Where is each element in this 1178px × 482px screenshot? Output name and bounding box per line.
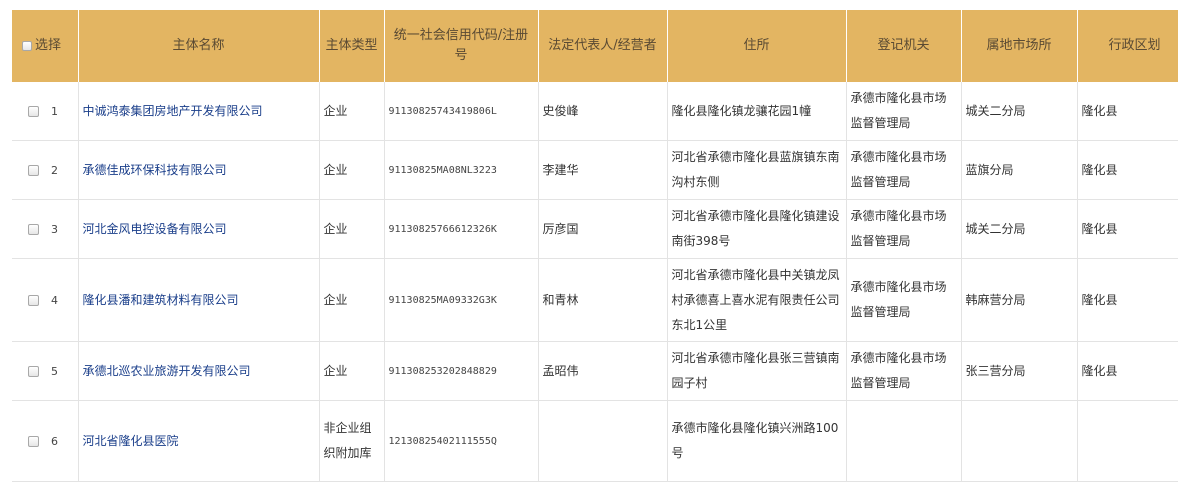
legal-representative: 和青林 bbox=[538, 258, 668, 342]
legal-representative bbox=[538, 400, 668, 482]
district: 隆化县 bbox=[1077, 82, 1178, 141]
row-select-cell: 1 bbox=[12, 82, 79, 141]
registration-authority bbox=[846, 400, 962, 482]
legal-representative: 史俊峰 bbox=[538, 82, 668, 141]
registration-authority-column-header: 登记机关 bbox=[846, 10, 962, 82]
rep-column-header: 法定代表人/经营者 bbox=[538, 10, 668, 82]
credit-code: 911308253202848829 bbox=[384, 341, 539, 401]
entity-name-link[interactable]: 承德佳成环保科技有限公司 bbox=[78, 140, 320, 200]
address: 河北省承德市隆化县中关镇龙凤村承德喜上喜水泥有限责任公司东北1公里 bbox=[667, 258, 847, 342]
name-column-header: 主体名称 bbox=[78, 10, 320, 82]
address: 河北省承德市隆化县张三营镇南园子村 bbox=[667, 341, 847, 401]
entity-name-link[interactable]: 河北省隆化县医院 bbox=[78, 400, 320, 482]
market-office: 张三营分局 bbox=[961, 341, 1078, 401]
market-office: 城关二分局 bbox=[961, 82, 1078, 141]
row-index: 3 bbox=[51, 222, 58, 236]
registration-authority: 承德市隆化县市场监督管理局 bbox=[846, 82, 962, 141]
table-row[interactable]: 5 承德北巡农业旅游开发有限公司 企业 911308253202848829 孟… bbox=[12, 341, 1178, 401]
row-index: 1 bbox=[51, 104, 58, 118]
market-office-column-header: 属地市场所 bbox=[961, 10, 1078, 82]
table-header-row: 选择 主体名称 主体类型 统一社会信用代码/注册号 法定代表人/经营者 住所 登… bbox=[12, 10, 1178, 82]
type-column-header: 主体类型 bbox=[319, 10, 385, 82]
row-checkbox[interactable] bbox=[28, 223, 39, 235]
district: 隆化县 bbox=[1077, 341, 1178, 401]
row-index: 6 bbox=[51, 434, 58, 448]
district bbox=[1077, 400, 1178, 482]
market-office bbox=[961, 400, 1078, 482]
entity-type: 企业 bbox=[319, 341, 385, 401]
code-column-header: 统一社会信用代码/注册号 bbox=[384, 10, 539, 82]
row-checkbox[interactable] bbox=[28, 164, 39, 176]
credit-code: 91130825MA08NL3223 bbox=[384, 140, 539, 200]
row-checkbox[interactable] bbox=[28, 105, 39, 117]
market-office: 蓝旗分局 bbox=[961, 140, 1078, 200]
table-row[interactable]: 6 河北省隆化县医院 非企业组织附加库 12130825402111555Q 承… bbox=[12, 400, 1178, 482]
row-select-cell: 5 bbox=[12, 341, 79, 401]
registration-authority: 承德市隆化县市场监督管理局 bbox=[846, 258, 962, 342]
entity-name-link[interactable]: 中诚鸿泰集团房地产开发有限公司 bbox=[78, 82, 320, 141]
row-index: 2 bbox=[51, 163, 58, 177]
row-select-cell: 6 bbox=[12, 400, 79, 482]
credit-code: 91130825766612326K bbox=[384, 199, 539, 259]
entity-name-link[interactable]: 承德北巡农业旅游开发有限公司 bbox=[78, 341, 320, 401]
entity-type: 企业 bbox=[319, 258, 385, 342]
market-office: 韩麻营分局 bbox=[961, 258, 1078, 342]
address-column-header: 住所 bbox=[667, 10, 847, 82]
select-column-header: 选择 bbox=[12, 10, 79, 82]
select-all-checkbox[interactable] bbox=[22, 40, 32, 51]
row-checkbox[interactable] bbox=[28, 294, 39, 306]
row-select-cell: 3 bbox=[12, 199, 79, 259]
row-select-cell: 4 bbox=[12, 258, 79, 342]
results-table: 选择 主体名称 主体类型 统一社会信用代码/注册号 法定代表人/经营者 住所 登… bbox=[12, 10, 1178, 482]
registration-authority: 承德市隆化县市场监督管理局 bbox=[846, 140, 962, 200]
row-select-cell: 2 bbox=[12, 140, 79, 200]
address: 承德市隆化县隆化镇兴洲路100号 bbox=[667, 400, 847, 482]
address: 河北省承德市隆化县隆化镇建设南街398号 bbox=[667, 199, 847, 259]
credit-code: 91130825743419806L bbox=[384, 82, 539, 141]
address: 河北省承德市隆化县蓝旗镇东南沟村东侧 bbox=[667, 140, 847, 200]
entity-type: 企业 bbox=[319, 199, 385, 259]
row-index: 4 bbox=[51, 293, 58, 307]
address: 隆化县隆化镇龙骧花园1幢 bbox=[667, 82, 847, 141]
district-column-header: 行政区划 bbox=[1077, 10, 1178, 82]
table-row[interactable]: 1 中诚鸿泰集团房地产开发有限公司 企业 91130825743419806L … bbox=[12, 82, 1178, 141]
entity-type: 企业 bbox=[319, 140, 385, 200]
row-index: 5 bbox=[51, 364, 58, 378]
row-checkbox[interactable] bbox=[28, 435, 39, 447]
table-row[interactable]: 4 隆化县潘和建筑材料有限公司 企业 91130825MA09332G3K 和青… bbox=[12, 258, 1178, 342]
registration-authority: 承德市隆化县市场监督管理局 bbox=[846, 199, 962, 259]
legal-representative: 孟昭伟 bbox=[538, 341, 668, 401]
district: 隆化县 bbox=[1077, 258, 1178, 342]
district: 隆化县 bbox=[1077, 140, 1178, 200]
table-row[interactable]: 3 河北金风电控设备有限公司 企业 91130825766612326K 厉彦国… bbox=[12, 199, 1178, 259]
legal-representative: 李建华 bbox=[538, 140, 668, 200]
entity-name-link[interactable]: 河北金风电控设备有限公司 bbox=[78, 199, 320, 259]
row-checkbox[interactable] bbox=[28, 365, 39, 377]
select-header-label: 选择 bbox=[35, 38, 62, 53]
entity-type: 非企业组织附加库 bbox=[319, 400, 385, 482]
market-office: 城关二分局 bbox=[961, 199, 1078, 259]
table-row[interactable]: 2 承德佳成环保科技有限公司 企业 91130825MA08NL3223 李建华… bbox=[12, 140, 1178, 200]
legal-representative: 厉彦国 bbox=[538, 199, 668, 259]
district: 隆化县 bbox=[1077, 199, 1178, 259]
credit-code: 12130825402111555Q bbox=[384, 400, 539, 482]
entity-name-link[interactable]: 隆化县潘和建筑材料有限公司 bbox=[78, 258, 320, 342]
registration-authority: 承德市隆化县市场监督管理局 bbox=[846, 341, 962, 401]
entity-type: 企业 bbox=[319, 82, 385, 141]
credit-code: 91130825MA09332G3K bbox=[384, 258, 539, 342]
